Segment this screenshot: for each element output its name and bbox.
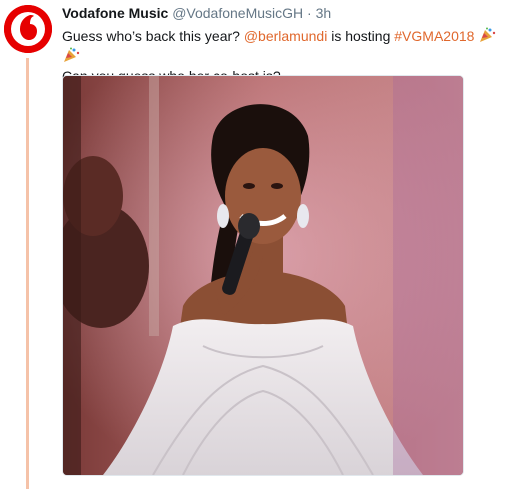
avatar[interactable] [4,5,52,53]
party-popper-icon [478,27,496,43]
author-handle[interactable]: @VodafoneMusicGH [172,5,303,21]
author-name[interactable]: Vodafone Music [62,5,168,21]
separator-dot: · [307,5,312,21]
party-popper-icon [62,47,80,63]
tweet-text-line1: Guess who’s back this year? @berlamundi … [62,26,512,66]
hashtag-link[interactable]: #VGMA2018 [394,28,474,44]
timestamp[interactable]: 3h [316,5,332,21]
text-part1: Guess who’s back this year? [62,28,244,44]
tweet[interactable]: Vodafone Music @VodafoneMusicGH · 3h Gue… [0,0,518,489]
text-part2: is hosting [327,28,395,44]
photo-image [63,76,463,475]
tweet-header: Vodafone Music @VodafoneMusicGH · 3h [62,4,331,22]
thread-line [26,58,29,489]
tweet-photo[interactable] [62,75,464,476]
vodafone-logo-icon [4,5,52,53]
mention-link[interactable]: @berlamundi [244,28,327,44]
